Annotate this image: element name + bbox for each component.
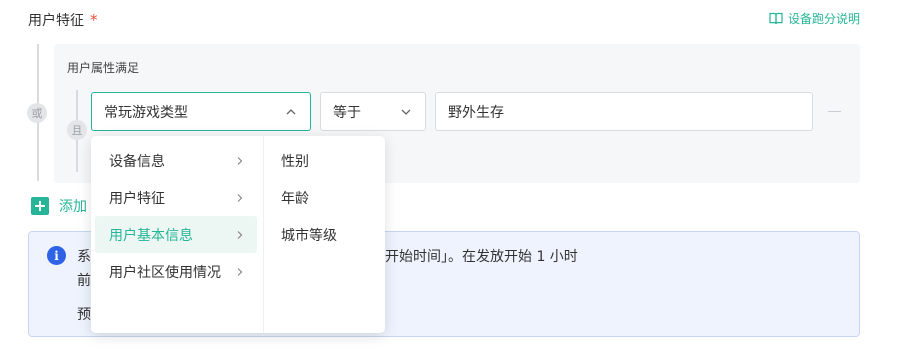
notice-line-3: 预	[77, 307, 91, 323]
cascader-option-label: 性别	[281, 153, 309, 170]
cascader-option-user-features[interactable]: 用户特征	[91, 179, 257, 216]
chevron-right-icon	[237, 230, 243, 239]
field-label-text: 用户特征	[28, 13, 84, 29]
and-badge: 且	[67, 120, 87, 140]
field-label: 用户特征 *	[28, 10, 98, 30]
cascader-option-device-info[interactable]: 设备信息	[91, 142, 257, 179]
chevron-down-icon	[401, 109, 411, 115]
chevron-right-icon	[237, 193, 243, 202]
chevron-up-icon	[286, 108, 296, 114]
cascader-option-label: 设备信息	[109, 153, 165, 170]
cascader-column-1: 设备信息 用户特征 用户基本信息 用户社区使用情况	[91, 136, 264, 333]
operator-select-value: 等于	[333, 104, 361, 121]
operator-select[interactable]: 等于	[320, 92, 426, 131]
help-link[interactable]: 设备跑分说明	[769, 10, 860, 27]
cascader-dropdown: 设备信息 用户特征 用户基本信息 用户社区使用情况 性别 年龄 城市等级	[91, 136, 385, 333]
cascader-option-gender[interactable]: 性别	[264, 142, 379, 179]
info-icon: i	[47, 246, 66, 265]
group-title: 用户属性满足	[67, 61, 140, 75]
cascader-option-age[interactable]: 年龄	[264, 179, 379, 216]
required-star: *	[90, 11, 98, 29]
cascader-option-user-basic-info[interactable]: 用户基本信息	[95, 216, 257, 253]
chevron-right-icon	[237, 267, 243, 276]
cascader-option-label: 年龄	[281, 190, 309, 207]
remove-condition-button[interactable]	[828, 111, 841, 112]
book-icon	[769, 12, 783, 25]
cascader-option-label: 用户基本信息	[109, 227, 193, 244]
cascader-option-city-tier[interactable]: 城市等级	[264, 216, 379, 253]
cascader-option-label: 城市等级	[281, 227, 337, 244]
cascader-column-2: 性别 年龄 城市等级	[264, 136, 385, 333]
cascader-option-label: 用户特征	[109, 190, 165, 207]
add-condition-label: 添加	[59, 199, 87, 215]
add-condition-button[interactable]: 添加	[31, 196, 87, 216]
help-link-label: 设备跑分说明	[787, 12, 860, 26]
cascader-option-community-usage[interactable]: 用户社区使用情况	[91, 253, 257, 290]
or-badge: 或	[27, 103, 47, 123]
cascader-option-label: 用户社区使用情况	[109, 264, 221, 281]
plus-icon	[31, 197, 49, 215]
attribute-select[interactable]: 常玩游戏类型	[91, 92, 311, 131]
chevron-right-icon	[237, 156, 243, 165]
condition-value-input[interactable]	[435, 92, 813, 131]
attribute-select-value: 常玩游戏类型	[104, 104, 188, 121]
